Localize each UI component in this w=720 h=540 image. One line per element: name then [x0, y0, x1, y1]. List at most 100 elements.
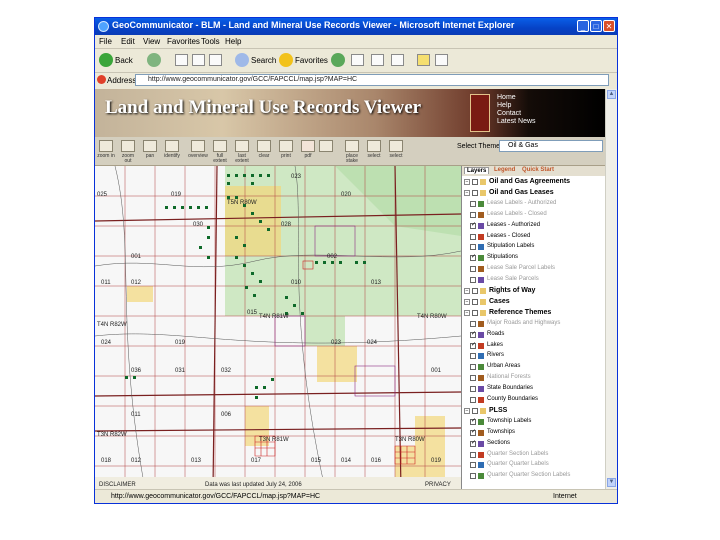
mail-icon[interactable] — [351, 54, 364, 66]
layer-checkbox[interactable] — [470, 277, 476, 284]
layer-item[interactable]: Sections — [462, 439, 605, 449]
print-map-icon[interactable] — [279, 140, 293, 152]
layer-item[interactable]: Township Labels — [462, 417, 605, 427]
layer-checkbox[interactable] — [470, 200, 476, 207]
pdf-icon[interactable] — [301, 140, 315, 152]
layer-checkbox[interactable] — [472, 298, 478, 305]
layer-checkbox[interactable] — [470, 439, 476, 447]
tab-quick-start[interactable]: Quick Start — [520, 167, 556, 173]
messenger-icon[interactable] — [435, 54, 448, 66]
home-icon[interactable] — [209, 54, 222, 66]
layer-group[interactable]: − Rights of Way — [462, 287, 605, 296]
layer-group[interactable]: − PLSS — [462, 407, 605, 416]
layer-checkbox[interactable] — [472, 407, 478, 414]
expand-icon[interactable]: − — [464, 288, 470, 294]
layer-checkbox[interactable] — [470, 417, 476, 425]
map-canvas[interactable]: DISCLAIMER Data was last updated July 24… — [95, 166, 461, 489]
layer-checkbox[interactable] — [470, 253, 476, 262]
select-point-icon[interactable] — [389, 140, 403, 152]
address-input[interactable]: http://www.geocommunicator.gov/GCC/FAPCC… — [135, 74, 609, 86]
layer-item[interactable]: Lease Sale Parcel Labels — [462, 265, 605, 274]
latest-news-link[interactable]: Latest News — [497, 118, 536, 126]
layer-item[interactable]: Stipulation Labels — [462, 243, 605, 252]
layer-item[interactable]: Major Roads and Highways — [462, 320, 605, 329]
privacy-link[interactable]: PRIVACY — [425, 482, 451, 488]
layer-item[interactable]: Lease Labels - Authorized — [462, 200, 605, 209]
layer-checkbox[interactable] — [470, 266, 476, 273]
layer-checkbox[interactable] — [470, 473, 476, 480]
layer-checkbox[interactable] — [470, 386, 476, 393]
layer-group[interactable]: − Cases — [462, 298, 605, 307]
layer-checkbox[interactable] — [470, 428, 476, 436]
layer-item[interactable]: Quarter Section Labels — [462, 451, 605, 460]
full-extent-icon[interactable] — [213, 140, 227, 152]
layer-item[interactable]: Lease Sale Parcels — [462, 276, 605, 285]
scroll-down-icon[interactable]: ▼ — [607, 478, 616, 487]
layer-item[interactable]: Urban Areas — [462, 363, 605, 372]
search-label[interactable]: Search — [251, 56, 276, 65]
layer-item[interactable]: Leases - Closed — [462, 233, 605, 242]
stop-icon[interactable] — [175, 54, 188, 66]
expand-icon[interactable]: − — [464, 189, 470, 196]
menu-edit[interactable]: Edit — [121, 37, 135, 46]
menu-tools[interactable]: Tools — [201, 37, 220, 46]
layer-item[interactable]: Stipulations — [462, 253, 605, 263]
layer-checkbox[interactable] — [472, 309, 478, 316]
expand-icon[interactable]: − — [464, 407, 470, 414]
scroll-up-icon[interactable]: ▲ — [607, 90, 616, 99]
layer-checkbox[interactable] — [470, 353, 476, 360]
layer-group[interactable]: − Oil and Gas Leases — [462, 189, 605, 198]
layer-item[interactable]: County Boundaries — [462, 396, 605, 405]
clear-icon[interactable] — [257, 140, 271, 152]
forward-icon[interactable] — [147, 53, 161, 67]
layer-item[interactable]: Lease Labels - Closed — [462, 211, 605, 220]
search-icon[interactable] — [235, 53, 249, 67]
vertical-scrollbar[interactable]: ▲ ▼ — [605, 89, 617, 489]
layer-checkbox[interactable] — [470, 320, 476, 327]
layer-item[interactable]: Rivers — [462, 352, 605, 361]
favorites-icon[interactable] — [279, 53, 293, 67]
tab-layers[interactable]: Layers — [464, 167, 490, 174]
home-link[interactable]: Home — [497, 94, 536, 102]
history-icon[interactable] — [331, 53, 345, 67]
layer-item[interactable]: National Forests — [462, 374, 605, 383]
layer-checkbox[interactable] — [470, 341, 476, 349]
expand-icon[interactable]: − — [464, 298, 470, 305]
layer-checkbox[interactable] — [470, 244, 476, 251]
select-rect-icon[interactable] — [367, 140, 381, 152]
layer-item[interactable]: Townships — [462, 428, 605, 438]
identify-icon[interactable] — [165, 140, 179, 152]
place-stake-icon[interactable] — [345, 140, 359, 152]
layer-item[interactable]: Roads — [462, 330, 605, 340]
zoom-in-icon[interactable] — [99, 140, 113, 152]
help-link[interactable]: Help — [497, 102, 536, 110]
zoom-out-icon[interactable] — [121, 140, 135, 152]
pan-icon[interactable] — [143, 140, 157, 152]
refresh-icon[interactable] — [192, 54, 205, 66]
layer-item[interactable]: Leases - Authorized — [462, 221, 605, 231]
measure-icon[interactable] — [319, 140, 333, 152]
layer-item[interactable]: State Boundaries — [462, 385, 605, 394]
edit-icon[interactable] — [391, 54, 404, 66]
favorites-label[interactable]: Favorites — [295, 56, 328, 65]
layer-checkbox[interactable] — [470, 397, 476, 403]
expand-icon[interactable]: − — [464, 309, 470, 316]
menu-help[interactable]: Help — [225, 37, 241, 46]
layer-checkbox[interactable] — [470, 221, 476, 229]
layer-checkbox[interactable] — [472, 288, 478, 294]
last-extent-icon[interactable] — [235, 140, 249, 152]
back-label[interactable]: Back — [115, 56, 133, 65]
layer-item[interactable]: Quarter Quarter Labels — [462, 461, 605, 470]
folder-icon[interactable] — [417, 54, 430, 66]
print-icon[interactable] — [371, 54, 384, 66]
contact-link[interactable]: Contact — [497, 110, 536, 118]
maximize-icon[interactable]: □ — [590, 20, 602, 32]
menu-view[interactable]: View — [143, 37, 160, 46]
minimize-icon[interactable]: _ — [577, 20, 589, 32]
layer-group[interactable]: − Reference Themes — [462, 309, 605, 318]
back-icon[interactable] — [99, 53, 113, 67]
disclaimer-link[interactable]: DISCLAIMER — [99, 482, 136, 488]
close-icon[interactable]: ✕ — [603, 20, 615, 32]
menu-file[interactable]: File — [99, 37, 112, 46]
tab-legend[interactable]: Legend — [492, 167, 517, 173]
